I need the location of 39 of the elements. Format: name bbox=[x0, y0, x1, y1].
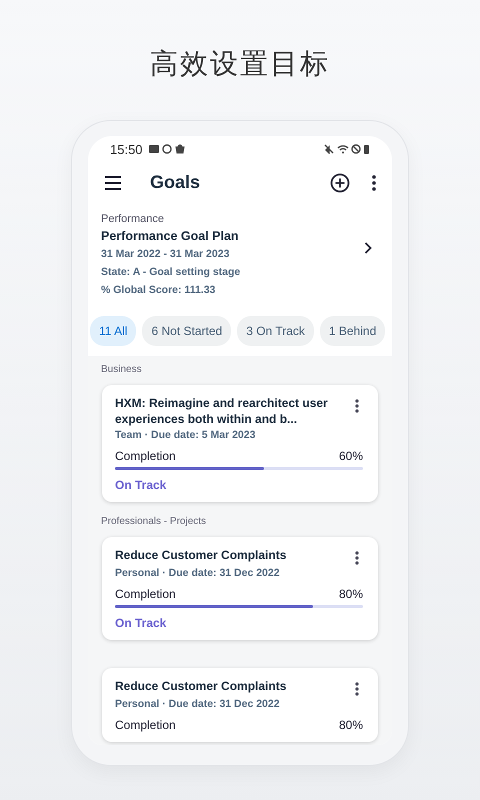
completion-percent: 80% bbox=[338, 718, 363, 732]
section-title: Professionals - Projects bbox=[101, 516, 208, 527]
more-icon[interactable] bbox=[355, 399, 359, 413]
add-icon[interactable] bbox=[330, 172, 350, 192]
status-time: 15:50 bbox=[110, 142, 143, 156]
more-icon[interactable] bbox=[355, 682, 359, 696]
screen-title: Goals bbox=[150, 172, 200, 193]
plan-title: Performance Goal Plan bbox=[101, 229, 240, 243]
plan-category: Performance bbox=[101, 213, 165, 225]
filter-chip[interactable]: 6 Not Started bbox=[142, 316, 232, 346]
page-heading: 高效设置目标 bbox=[150, 46, 330, 82]
more-icon[interactable] bbox=[372, 174, 376, 190]
section-title: Business bbox=[101, 364, 143, 375]
plan-dates: 31 Mar 2022 - 31 Mar 2023 bbox=[101, 248, 230, 260]
goal-meta: Team · Due date: 5 Mar 2023 bbox=[115, 429, 256, 441]
completion-percent: 80% bbox=[338, 587, 363, 601]
goal-status: On Track bbox=[115, 616, 168, 630]
completion-label: Completion bbox=[115, 449, 176, 463]
completion-label: Completion bbox=[115, 587, 176, 601]
filter-chip[interactable]: 11 All bbox=[90, 316, 136, 346]
chevron-right-icon[interactable] bbox=[364, 242, 372, 254]
goal-meta: Personal · Due date: 31 Dec 2022 bbox=[115, 567, 281, 579]
goal-card[interactable]: Reduce Customer Complaints Personal · Due date: 31 Dec 2022 Completion 80% bbox=[102, 668, 378, 742]
completion-percent: 60% bbox=[338, 449, 363, 463]
plan-score: % Global Score: 111.33 bbox=[101, 284, 216, 296]
goal-status: On Track bbox=[115, 478, 168, 492]
menu-icon[interactable] bbox=[104, 176, 122, 190]
filter-chip[interactable]: 1 Behind bbox=[320, 316, 386, 346]
goal-card[interactable]: Reduce Customer Complaints Personal · Due date: 31 Dec 2022 Completion 80% On Track bbox=[102, 537, 378, 640]
goal-card[interactable]: HXM: Reimagine and rearchitect user experiences both within and b... Team · Due date: 5 Mar 2023 Completion 60% On Track bbox=[102, 385, 378, 502]
goal-title: Reduce Customer Complaints bbox=[115, 678, 288, 694]
filter-chip[interactable]: 3 On Track bbox=[237, 316, 314, 346]
goal-title: HXM: Reimagine and rearchitect user experiences both within and b... bbox=[115, 395, 329, 427]
system-status-icons bbox=[324, 144, 370, 154]
completion-label: Completion bbox=[115, 718, 176, 732]
more-icon[interactable] bbox=[355, 551, 359, 565]
goal-title: Reduce Customer Complaints bbox=[115, 547, 288, 563]
goal-meta: Personal · Due date: 31 Dec 2022 bbox=[115, 698, 281, 710]
plan-state: State: A - Goal setting stage bbox=[101, 266, 242, 278]
